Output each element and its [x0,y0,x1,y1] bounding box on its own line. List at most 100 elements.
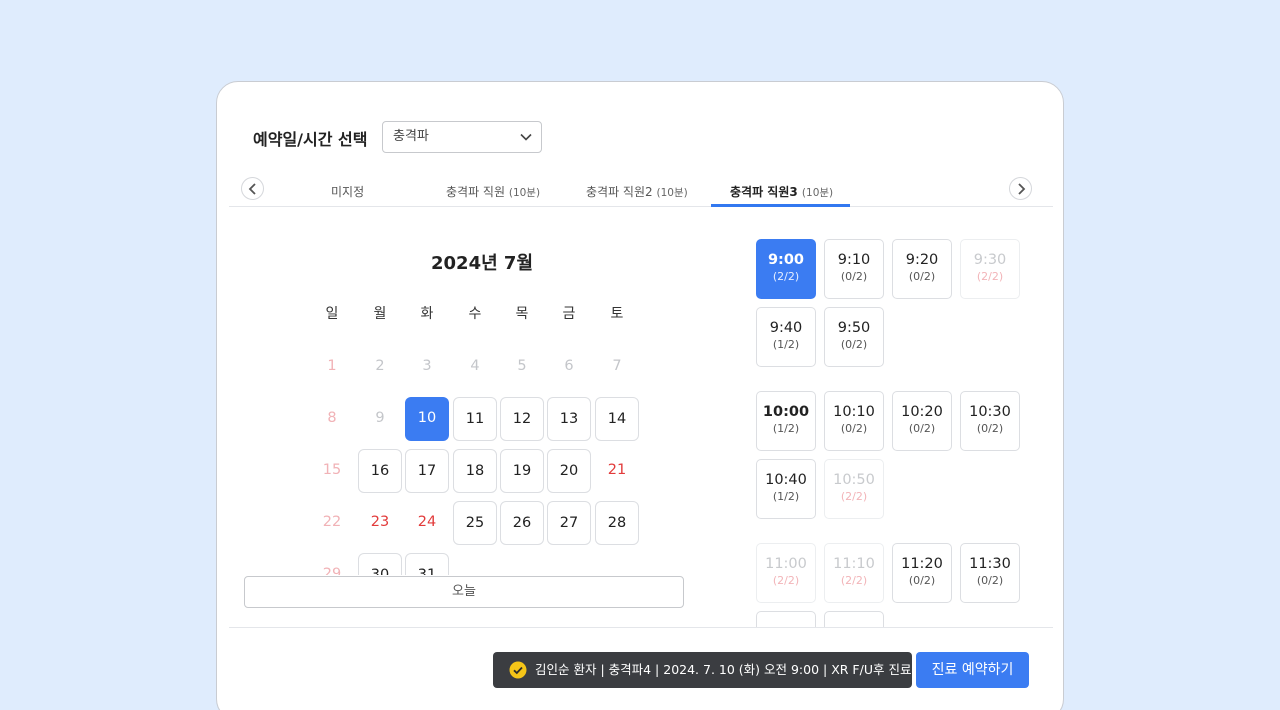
calendar-day[interactable]: 11 [453,397,497,441]
calendar-day: 4 [470,358,480,374]
tab-label: 충격파 직원2 [586,185,653,199]
time-slot[interactable]: 10:00 (1/2) [756,391,816,451]
calendar-day[interactable]: 31 [405,553,449,575]
treatment-select[interactable]: 충격파 [382,121,542,153]
time-slot[interactable]: 11:30 (0/2) [960,543,1020,603]
time-slot-time: 11:30 [969,556,1011,572]
calendar-day: 8 [327,410,337,426]
time-slot[interactable]: 9:50 (0/2) [824,307,884,367]
calendar-day[interactable]: 13 [547,397,591,441]
time-slot-time: 9:00 [767,252,805,268]
time-slot[interactable]: 9:00 (2/2) [756,239,816,299]
time-slot-count: (2/2) [976,270,1004,283]
calendar-day[interactable]: 30 [358,553,402,575]
time-slot[interactable]: 10:20 (0/2) [892,391,952,451]
weekday-label: 일 [325,306,339,322]
time-slot-time: 9:50 [837,320,871,336]
weekday-label: 월 [373,306,387,322]
time-slot-count: (1/2) [772,422,800,435]
time-slot-count: (0/2) [908,422,936,435]
reservation-summary: 김인순 환자 | 충격파4 | 2024. 7. 10 (화) 오전 9:00 … [493,652,912,688]
time-slot-time: 10:30 [969,404,1011,420]
active-tab-indicator [711,204,850,207]
time-slot[interactable]: 10:40 (1/2) [756,459,816,519]
footer-divider [229,627,1053,628]
calendar-day[interactable]: 10 [405,397,449,441]
book-appointment-button[interactable]: 진료 예약하기 [916,652,1029,688]
time-slot: 11:00 (2/2) [756,543,816,603]
tab-prev-button[interactable] [241,177,264,200]
tab-next-button[interactable] [1009,177,1032,200]
calendar-day: 5 [517,358,527,374]
treatment-select-value: 충격파 [393,129,429,144]
time-slot-time: 9:40 [769,320,803,336]
calendar-day[interactable]: 20 [547,449,591,493]
time-slot-time: 9:30 [973,252,1007,268]
time-slot-count: (0/2) [840,422,868,435]
time-slot-time: 10:10 [833,404,875,420]
calendar-day[interactable]: 21 [595,449,639,493]
calendar-grid: 1 2 3 4 5 6 7 8 9 10 11 12 13 14 15 16 17 18 19 20 21 22 23 24 2… [307,337,667,575]
time-slot: 10:50 (2/2) [824,459,884,519]
time-slot-time: 10:00 [762,404,810,420]
calendar-day[interactable]: 23 [358,501,402,545]
calendar-day: 9 [375,410,385,426]
calendar-day[interactable]: 27 [547,501,591,545]
time-slot-time: 11:20 [901,556,943,572]
weekday-label: 목 [515,306,529,322]
calendar-day: 2 [375,358,385,374]
time-slot-count: (2/2) [772,574,800,587]
today-button[interactable]: 오늘 [244,576,684,608]
calendar-day[interactable]: 19 [500,449,544,493]
time-slot[interactable] [824,611,884,627]
calendar-day[interactable]: 26 [500,501,544,545]
time-slot-count: (0/2) [840,270,868,283]
calendar-day: 7 [612,358,622,374]
calendar-day: 3 [422,358,432,374]
time-slot-time: 9:10 [837,252,871,268]
tab-staff-3[interactable]: 충격파 직원3 (10분) [730,183,833,200]
weekday-label: 금 [562,306,576,322]
time-slot-time: 10:50 [833,472,875,488]
calendar-day: 1 [327,358,337,374]
time-slot[interactable]: 9:10 (0/2) [824,239,884,299]
tab-count: (10분) [656,187,688,199]
chevron-down-icon [520,133,532,141]
tab-label: 충격파 직원3 [730,185,798,199]
weekday-label: 토 [610,306,624,322]
time-slot-list[interactable]: 9:00 (2/2) 9:10 (0/2) 9:20 (0/2) 9:30 (2/2) 9:40… [747,232,1037,627]
tab-unassigned[interactable]: 미지정 [331,183,364,200]
time-slot-count: (1/2) [772,490,800,503]
tab-staff-2[interactable]: 충격파 직원2 (10분) [586,183,688,200]
check-circle-icon [509,661,527,679]
calendar-day[interactable]: 12 [500,397,544,441]
time-slot-count: (2/2) [772,270,800,283]
calendar-day: 6 [564,358,574,374]
time-slot[interactable]: 9:40 (1/2) [756,307,816,367]
time-slot-count: (0/2) [840,338,868,351]
time-slot[interactable]: 10:30 (0/2) [960,391,1020,451]
calendar-day[interactable]: 14 [595,397,639,441]
calendar-day[interactable]: 28 [595,501,639,545]
time-slot[interactable]: 9:20 (0/2) [892,239,952,299]
calendar-day[interactable]: 24 [405,501,449,545]
tab-staff-1[interactable]: 충격파 직원 (10분) [446,183,540,200]
time-slot-time: 9:20 [905,252,939,268]
time-slot-time: 11:00 [765,556,807,572]
time-slot[interactable] [756,611,816,627]
time-slot-time: 10:40 [765,472,807,488]
chevron-left-icon [248,183,256,195]
modal-title: 예약일/시간 선택 [253,130,368,149]
calendar-day[interactable]: 18 [453,449,497,493]
tab-count: (10분) [801,187,834,199]
time-slot-time: 11:10 [833,556,875,572]
chevron-right-icon [1018,183,1026,195]
time-slot-count: (0/2) [908,270,936,283]
time-slot[interactable]: 11:20 (0/2) [892,543,952,603]
time-slot[interactable]: 10:10 (0/2) [824,391,884,451]
calendar-day[interactable]: 16 [358,449,402,493]
tab-label: 미지정 [331,185,365,199]
calendar-day[interactable]: 25 [453,501,497,545]
time-slot: 11:10 (2/2) [824,543,884,603]
calendar-day[interactable]: 17 [405,449,449,493]
